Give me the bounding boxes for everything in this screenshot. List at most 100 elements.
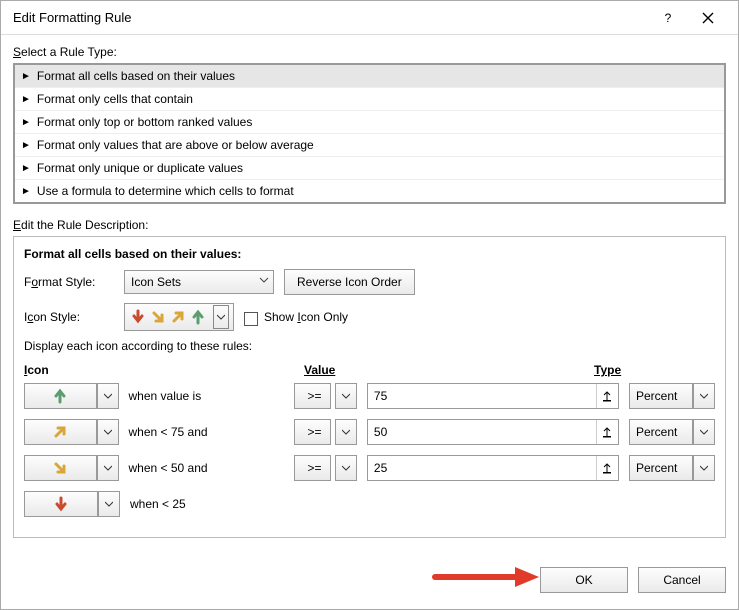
cancel-button[interactable]: Cancel xyxy=(638,567,726,593)
rule-type-text: Format only unique or duplicate values xyxy=(37,161,243,175)
rule-type-text: Format only values that are above or bel… xyxy=(37,138,314,152)
list-arrow-icon: ► xyxy=(21,94,31,105)
dialog-content: Select a Rule Type: ► Format all cells b… xyxy=(1,35,738,557)
list-arrow-icon: ► xyxy=(21,71,31,82)
value-input[interactable]: 50 xyxy=(367,419,619,445)
rule-when-text: when < 75 and xyxy=(129,425,294,439)
icon-style-dropdown[interactable] xyxy=(124,303,234,331)
type-dd-button[interactable] xyxy=(693,383,715,409)
type-dropdown[interactable]: Percent xyxy=(629,383,693,409)
rule-icon-dd[interactable] xyxy=(98,491,120,517)
icon-style-dd-button[interactable] xyxy=(213,305,229,329)
arrow-up-green-icon xyxy=(51,387,69,405)
rule-type-text: Format only cells that contain xyxy=(37,92,193,106)
header-value: Value xyxy=(304,363,594,377)
range-select-button[interactable] xyxy=(596,420,618,444)
titlebar: Edit Formatting Rule ? xyxy=(1,1,738,35)
chevron-down-icon xyxy=(342,392,350,400)
display-rules-label: Display each icon according to these rul… xyxy=(24,339,715,353)
chevron-down-icon xyxy=(700,464,708,472)
rule-type-item[interactable]: ► Format only unique or duplicate values xyxy=(15,157,724,180)
icon-rule-row: when < 75 and >= 50 Percent xyxy=(24,419,715,445)
reverse-icon-order-label: Reverse Icon Order xyxy=(297,275,402,289)
rule-type-item[interactable]: ► Format all cells based on their values xyxy=(15,65,724,88)
type-dd-button[interactable] xyxy=(693,455,715,481)
help-button[interactable]: ? xyxy=(648,3,688,33)
rule-description-label: Edit the Rule Description: xyxy=(13,218,726,232)
icon-rules-header: Icon Value Type xyxy=(24,363,715,377)
list-arrow-icon: ► xyxy=(21,186,31,197)
reverse-icon-order-button[interactable]: Reverse Icon Order xyxy=(284,269,415,295)
icon-rule-row: when value is >= 75 Percent xyxy=(24,383,715,409)
list-arrow-icon: ► xyxy=(21,117,31,128)
operator-dropdown[interactable]: >= xyxy=(294,455,331,481)
arrow-up-green-icon xyxy=(189,308,207,326)
operator-dd-button[interactable] xyxy=(335,455,357,481)
rule-type-item[interactable]: ► Use a formula to determine which cells… xyxy=(15,180,724,202)
value-input[interactable]: 75 xyxy=(367,383,619,409)
show-icon-only-checkbox[interactable] xyxy=(244,312,258,326)
rule-type-label: Select a Rule Type: xyxy=(13,45,726,59)
rule-type-item[interactable]: ► Format only values that are above or b… xyxy=(15,134,724,157)
rule-icon-dd[interactable] xyxy=(97,419,119,445)
rule-icon-button[interactable] xyxy=(24,491,98,517)
operator-dd-button[interactable] xyxy=(335,383,357,409)
rule-icon-dd[interactable] xyxy=(97,383,119,409)
rule-icon-dd[interactable] xyxy=(97,455,119,481)
chevron-down-icon xyxy=(259,275,269,285)
list-arrow-icon: ► xyxy=(21,140,31,151)
rule-icon-button[interactable] xyxy=(24,419,97,445)
rule-type-text: Format only top or bottom ranked values xyxy=(37,115,252,129)
ok-label: OK xyxy=(575,573,592,587)
annotation-arrow-icon xyxy=(431,563,541,591)
chevron-down-icon xyxy=(104,428,112,436)
range-icon xyxy=(601,462,613,474)
operator-value: >= xyxy=(308,425,322,439)
type-dropdown[interactable]: Percent xyxy=(629,419,693,445)
rule-description-box: Format all cells based on their values: … xyxy=(13,236,726,538)
rule-type-list: ► Format all cells based on their values… xyxy=(13,63,726,204)
arrow-down-red-icon xyxy=(129,308,147,326)
operator-dd-button[interactable] xyxy=(335,419,357,445)
rule-type-text: Use a formula to determine which cells t… xyxy=(37,184,294,198)
rule-when-text: when < 25 xyxy=(130,497,298,511)
rule-when-text: when value is xyxy=(129,389,294,403)
arrow-downright-yellow-icon xyxy=(51,459,69,477)
format-style-label: Format Style: xyxy=(24,275,114,289)
close-icon xyxy=(702,12,714,24)
cancel-label: Cancel xyxy=(663,573,700,587)
rule-type-text: Format all cells based on their values xyxy=(37,69,235,83)
range-select-button[interactable] xyxy=(596,384,618,408)
ok-button[interactable]: OK xyxy=(540,567,628,593)
rule-icon-button[interactable] xyxy=(24,455,97,481)
close-button[interactable] xyxy=(688,3,728,33)
chevron-down-icon xyxy=(217,313,225,321)
icon-rule-row: when < 50 and >= 25 Percent xyxy=(24,455,715,481)
rule-type-item[interactable]: ► Format only cells that contain xyxy=(15,88,724,111)
list-arrow-icon: ► xyxy=(21,163,31,174)
rule-type-item[interactable]: ► Format only top or bottom ranked value… xyxy=(15,111,724,134)
dialog-footer: OK Cancel xyxy=(1,557,738,609)
type-dropdown[interactable]: Percent xyxy=(629,455,693,481)
type-value: Percent xyxy=(636,461,677,475)
rule-icon-button[interactable] xyxy=(24,383,97,409)
show-icon-only-checkbox-wrap[interactable]: Show Icon Only xyxy=(244,310,348,324)
chevron-down-icon xyxy=(700,428,708,436)
value-text: 50 xyxy=(374,425,387,439)
operator-value: >= xyxy=(308,389,322,403)
type-value: Percent xyxy=(636,425,677,439)
format-style-dropdown[interactable]: Icon Sets xyxy=(124,270,274,294)
icon-rule-row: when < 25 xyxy=(24,491,715,517)
operator-dropdown[interactable]: >= xyxy=(294,419,331,445)
range-select-button[interactable] xyxy=(596,456,618,480)
value-input[interactable]: 25 xyxy=(367,455,619,481)
operator-dropdown[interactable]: >= xyxy=(294,383,331,409)
arrow-upright-yellow-icon xyxy=(51,423,69,441)
type-dd-button[interactable] xyxy=(693,419,715,445)
chevron-down-icon xyxy=(342,464,350,472)
chevron-down-icon xyxy=(104,464,112,472)
icon-style-row: Icon Style: Show Icon Only xyxy=(24,303,715,331)
chevron-down-icon xyxy=(105,500,113,508)
format-style-row: Format Style: Icon Sets Reverse Icon Ord… xyxy=(24,269,715,295)
operator-value: >= xyxy=(308,461,322,475)
